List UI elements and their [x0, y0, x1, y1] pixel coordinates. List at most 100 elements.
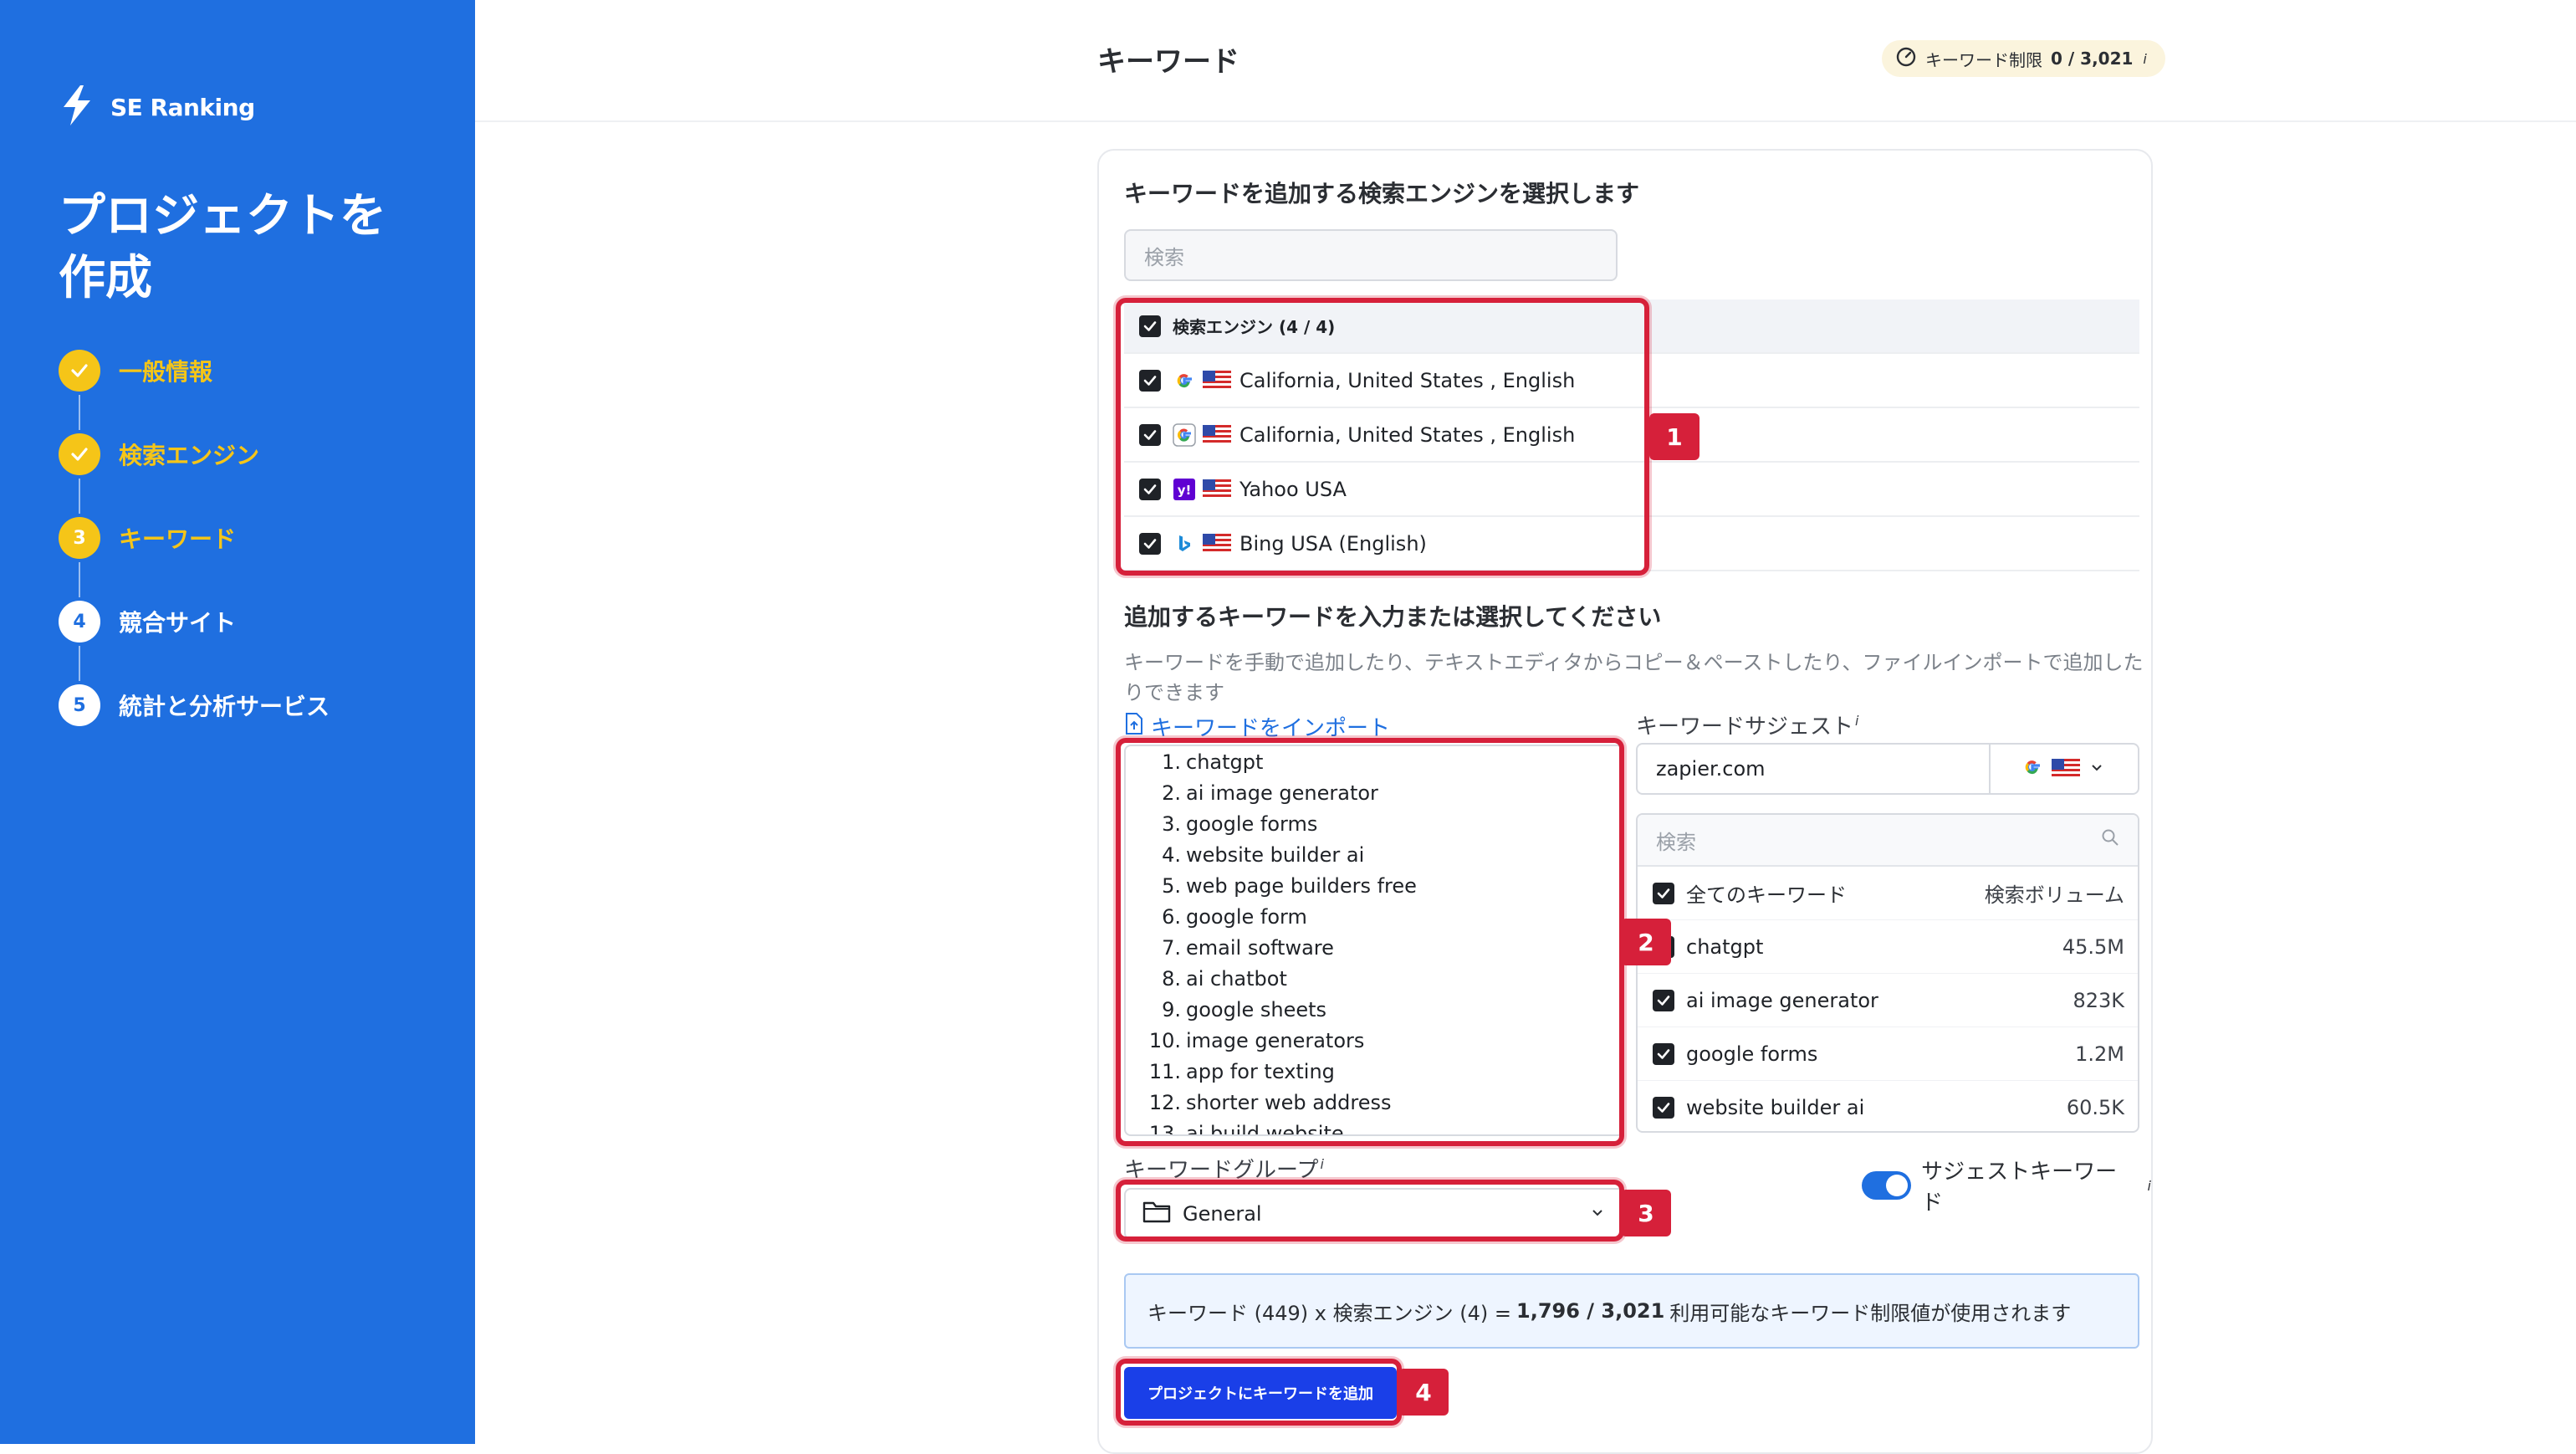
engine-checkbox[interactable] [1139, 478, 1161, 500]
step-label: 統計と分析サービス [119, 693, 330, 720]
keyword-line: 10. image generators [1148, 1028, 1365, 1052]
engine-row[interactable]: California, United States , English [1124, 408, 2139, 463]
keyword-group-value: General [1183, 1202, 1262, 1226]
keyword-line: 11. app for texting [1148, 1059, 1335, 1083]
keywords-textarea[interactable]: 1. chatgpt 2. ai image generator 3. google … [1124, 745, 1624, 1136]
step-number: 4 [59, 601, 100, 643]
select-all-suggest-checkbox[interactable] [1653, 882, 1674, 904]
keyword-line: 13. ai build website [1148, 1121, 1344, 1136]
chevron-down-icon [2088, 759, 2105, 779]
suggest-checkbox[interactable] [1653, 1096, 1674, 1119]
svg-text:y!: y! [1178, 483, 1192, 498]
engine-checkbox[interactable] [1139, 423, 1161, 446]
keyword-line: 3. google forms [1162, 811, 1318, 836]
step-label: 競合サイト [119, 609, 237, 637]
us-flag-icon [1203, 370, 1231, 391]
keyword-line: 12. shorter web address [1148, 1090, 1392, 1114]
suggest-keywords-toggle[interactable] [1862, 1171, 1912, 1200]
suggest-checkbox[interactable] [1653, 1042, 1674, 1065]
keyword-line: 1. chatgpt [1162, 750, 1264, 774]
engine-label: California, United States , English [1239, 422, 1576, 447]
suggest-header-row[interactable]: 全てのキーワード 検索ボリューム [1638, 867, 2138, 920]
keyword-group-label: キーワードグループ i [1124, 1156, 1324, 1183]
keyword-line: 5. web page builders free [1162, 873, 1417, 898]
suggest-row[interactable]: chatgpt 45.5M [1638, 920, 2138, 974]
marker-1: 1 [1649, 413, 1699, 460]
suggest-volume: 60.5K [2066, 1095, 2124, 1119]
suggest-engine-select[interactable] [1989, 743, 2139, 795]
suggest-search-input[interactable]: 検索 [1638, 815, 2138, 867]
step-label: 一般情報 [119, 358, 213, 386]
marker-4: 4 [1398, 1369, 1449, 1416]
brand-name: SE Ranking [110, 93, 255, 121]
brand-logo[interactable]: SE Ranking [59, 84, 255, 131]
step-label: キーワード [119, 525, 237, 553]
keywords-section-subtitle: キーワードを手動で追加したり、テキストエディタからコピー＆ペーストしたり、ファイ… [1124, 651, 2144, 704]
step-label: 検索エンジン [119, 442, 260, 469]
step-competitors[interactable]: 4 競合サイト [59, 601, 330, 681]
suggest-row[interactable]: website builder ai 60.5K [1638, 1081, 2138, 1131]
engine-checkbox[interactable] [1139, 532, 1161, 555]
limit-label: キーワード制限 [1925, 49, 2042, 70]
engine-label: California, United States , English [1239, 368, 1576, 392]
engine-search-input[interactable]: 検索 [1124, 229, 1618, 281]
keyword-limit-badge[interactable]: キーワード制限 0 / 3,021 i [1882, 40, 2165, 77]
sidebar-title: プロジェクトを作成 [59, 189, 386, 305]
engine-header-label: 検索エンジン (4 / 4) [1173, 317, 1336, 337]
keyword-line: 6. google form [1162, 904, 1307, 929]
keyword-line: 4. website builder ai [1162, 842, 1365, 867]
volume-header[interactable]: 検索ボリューム [1985, 878, 2124, 908]
info-icon[interactable]: i [1320, 1156, 1323, 1172]
step-number: 5 [59, 684, 100, 726]
import-keywords-link[interactable]: キーワードをインポート [1124, 711, 1390, 742]
engine-row[interactable]: y! Yahoo USA [1124, 463, 2139, 517]
suggest-keywords-panel: 検索 全てのキーワード 検索ボリューム chatgpt 45.5M ai ima… [1636, 813, 2139, 1133]
suggest-row[interactable]: google forms 1.2M [1638, 1027, 2138, 1081]
info-icon[interactable]: i [2148, 1178, 2151, 1194]
step-connector [79, 395, 80, 430]
top-bar [475, 0, 2576, 122]
step-general-info[interactable]: 一般情報 [59, 350, 330, 430]
engine-label: Bing USA (English) [1239, 531, 1427, 555]
suggest-keyword: google forms [1686, 1042, 1818, 1066]
keyword-line: 8. ai chatbot [1162, 966, 1287, 991]
engines-section-title: キーワードを追加する検索エンジンを選択します [1124, 180, 1640, 207]
limit-value: 0 / 3,021 [2051, 49, 2134, 69]
suggest-keyword: website builder ai [1686, 1095, 1865, 1119]
keywords-card: キーワードを追加する検索エンジンを選択します 検索 検索エンジン (4 / 4)… [1097, 149, 2153, 1454]
add-keywords-button[interactable]: プロジェクトにキーワードを追加 [1124, 1367, 1397, 1419]
lightning-logo-icon [59, 84, 95, 131]
suggest-domain-input[interactable]: zapier.com [1636, 743, 1991, 795]
marker-2: 2 [1621, 919, 1671, 965]
suggest-toggle-label: サジェストキーワード [1921, 1160, 2118, 1216]
suggest-volume: 823K [2073, 988, 2124, 1012]
info-icon[interactable]: i [2143, 51, 2146, 67]
search-icon [2101, 828, 2119, 852]
engine-row[interactable]: California, United States , English [1124, 354, 2139, 408]
step-keywords[interactable]: 3 キーワード [59, 517, 330, 597]
step-search-engines[interactable]: 検索エンジン [59, 433, 330, 514]
info-icon[interactable]: i [1855, 713, 1858, 729]
step-analytics[interactable]: 5 統計と分析サービス [59, 684, 330, 726]
select-all-checkbox[interactable] [1139, 315, 1161, 337]
step-number: 3 [59, 517, 100, 559]
import-keywords-label: キーワードをインポート [1151, 716, 1391, 741]
step-connector [79, 479, 80, 514]
keyword-group-select[interactable]: General [1124, 1188, 1624, 1240]
suggest-row[interactable]: ai image generator 823K [1638, 974, 2138, 1027]
engine-checkbox[interactable] [1139, 369, 1161, 392]
suggest-keyword: chatgpt [1686, 934, 1764, 959]
engine-header-row[interactable]: 検索エンジン (4 / 4) [1124, 300, 2139, 354]
engine-label: Yahoo USA [1239, 477, 1347, 501]
keyword-line: 7. email software [1162, 935, 1334, 960]
engine-row[interactable]: Bing USA (English) [1124, 517, 2139, 571]
chevron-down-icon [1589, 1202, 1606, 1226]
suggest-keyword: ai image generator [1686, 988, 1878, 1012]
check-icon [59, 433, 100, 475]
bing-icon [1173, 532, 1196, 555]
us-flag-icon [1203, 424, 1231, 445]
search-engine-table: 検索エンジン (4 / 4) California, United States… [1124, 300, 2139, 571]
suggest-checkbox[interactable] [1653, 989, 1674, 1011]
keyword-usage-info: キーワード (449) x 検索エンジン (4) = 1,796 / 3,021 利… [1124, 1273, 2139, 1349]
us-flag-icon [2052, 759, 2080, 779]
